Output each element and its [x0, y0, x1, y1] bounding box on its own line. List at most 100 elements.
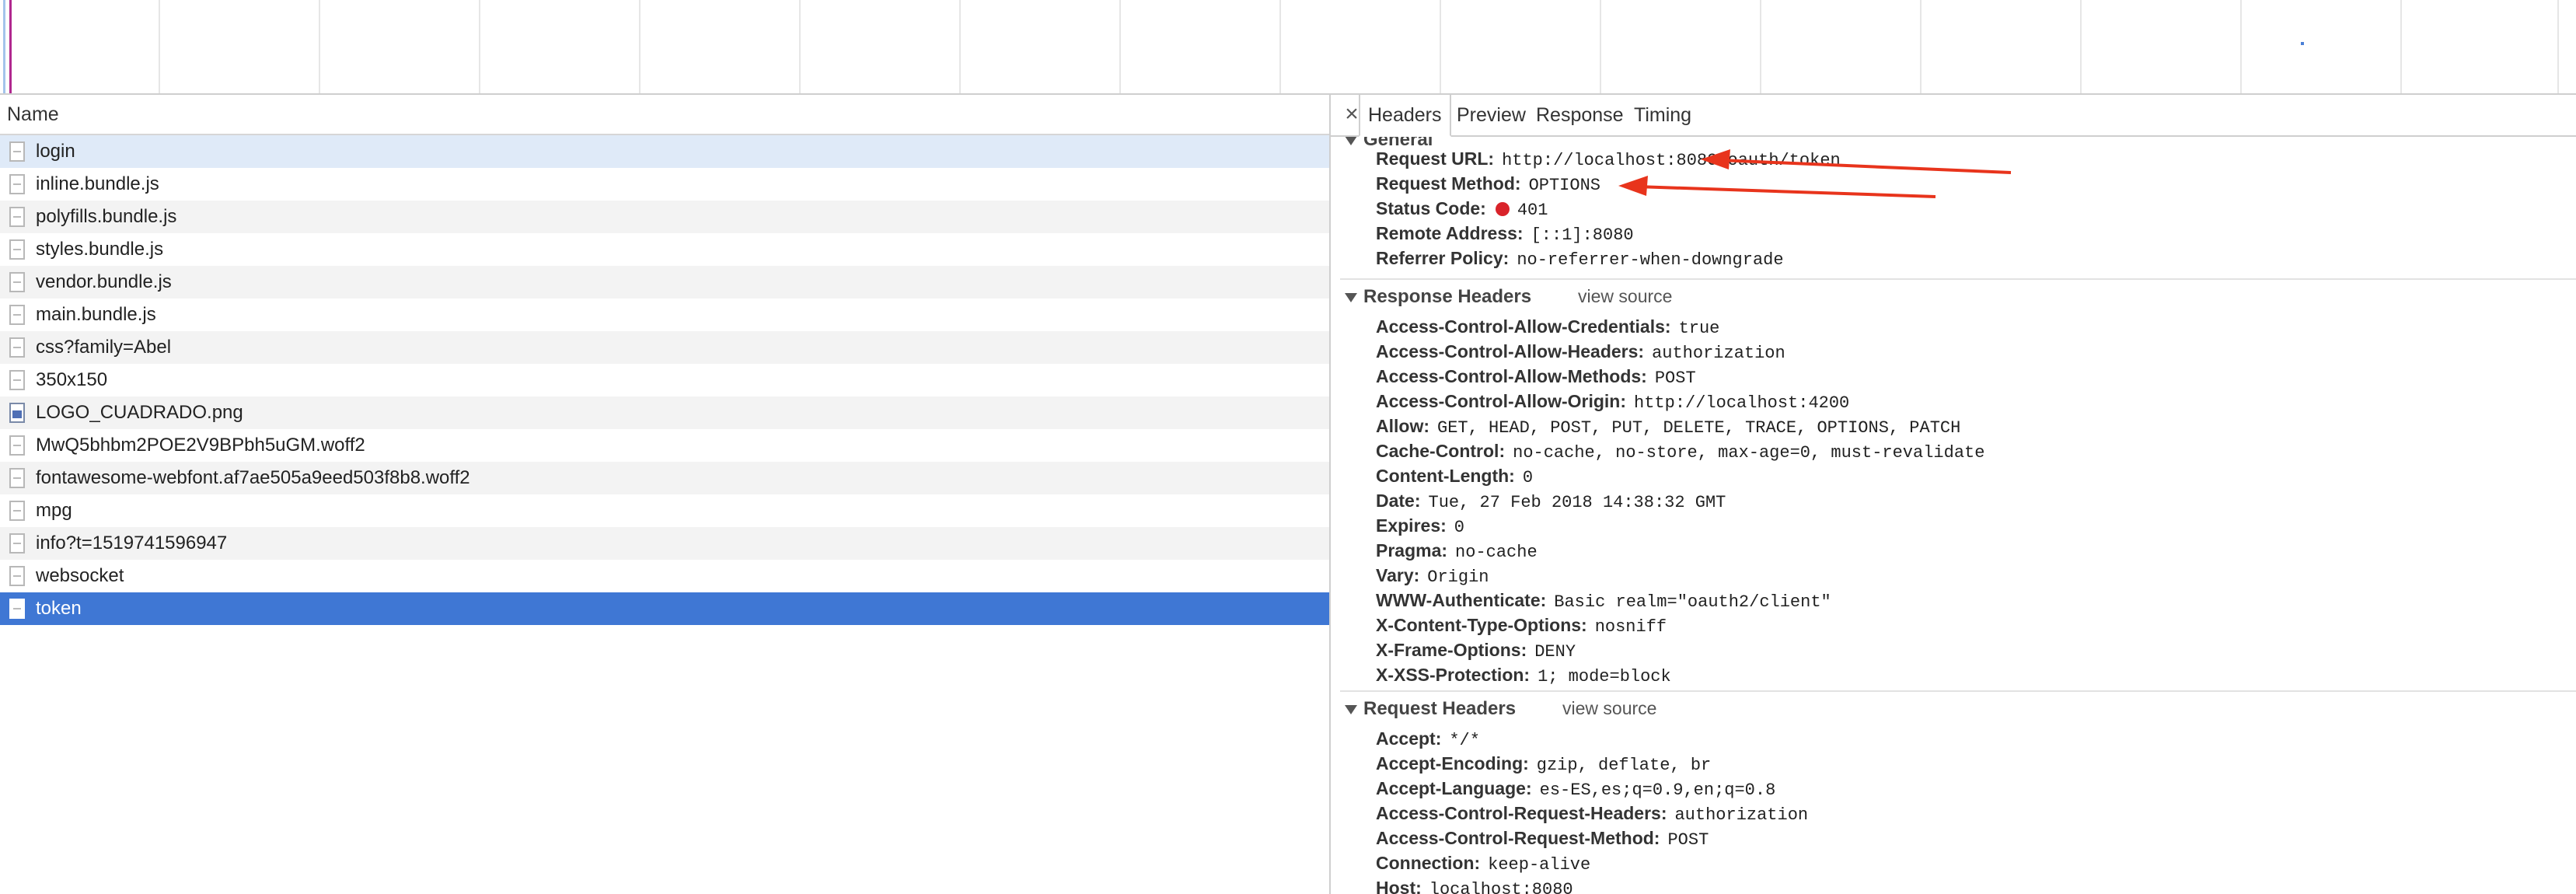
header-key: Access-Control-Allow-Methods: [1376, 366, 1647, 386]
request-name: mpg [36, 500, 72, 521]
header-row: Accept-Language: es-ES,es;q=0.9,en;q=0.8 [1376, 776, 1775, 801]
header-row: X-Frame-Options: DENY [1376, 637, 1576, 662]
header-value: DENY [1534, 642, 1576, 662]
header-value: POST [1654, 368, 1696, 388]
header-key: Access-Control-Allow-Headers: [1376, 341, 1645, 361]
timeline-gridline [2240, 0, 2242, 93]
request-row[interactable]: login [0, 135, 1331, 168]
timeline-gridline [479, 0, 480, 93]
header-key: Host: [1376, 878, 1422, 894]
header-value: http://localhost:4200 [1634, 393, 1850, 413]
network-overview-timeline[interactable] [0, 0, 2576, 95]
header-key: X-Content-Type-Options: [1376, 615, 1587, 635]
header-key: Access-Control-Allow-Origin: [1376, 391, 1627, 411]
request-row[interactable]: 350x150 [0, 364, 1331, 396]
header-key: X-Frame-Options: [1376, 640, 1527, 660]
header-key: Pragma: [1376, 540, 1448, 560]
header-key: Allow: [1376, 416, 1429, 436]
request-row[interactable]: info?t=1519741596947 [0, 527, 1331, 560]
document-icon [9, 599, 25, 619]
request-name: polyfills.bundle.js [36, 206, 177, 227]
request-row[interactable]: fontawesome-webfont.af7ae505a9eed503f8b8… [0, 462, 1331, 494]
header-value: 0 [1454, 518, 1464, 537]
request-row[interactable]: vendor.bundle.js [0, 266, 1331, 299]
document-icon [9, 435, 25, 456]
request-name: token [36, 598, 82, 619]
header-value: 1; mode=block [1538, 667, 1671, 686]
header-value: es-ES,es;q=0.9,en;q=0.8 [1539, 781, 1776, 800]
document-icon [9, 501, 25, 521]
timeline-gridline [2400, 0, 2402, 93]
arrow-to-request-url [1701, 149, 2012, 174]
request-row[interactable]: css?family=Abel [0, 331, 1331, 364]
timeline-edge [2557, 0, 2559, 93]
timeline-marker-load [9, 0, 12, 93]
document-icon [9, 174, 25, 194]
request-row[interactable]: MwQ5bhbm2POE2V9BPbh5uGM.woff2 [0, 429, 1331, 462]
document-icon [9, 272, 25, 292]
header-value: Basic realm="oauth2/client" [1554, 592, 1831, 612]
document-icon [9, 468, 25, 488]
header-row: X-XSS-Protection: 1; mode=block [1376, 662, 1671, 687]
request-name: login [36, 141, 75, 162]
image-icon [9, 403, 25, 423]
request-name: fontawesome-webfont.af7ae505a9eed503f8b8… [36, 467, 470, 488]
header-row: X-Content-Type-Options: nosniff [1376, 613, 1667, 637]
request-row[interactable]: LOGO_CUADRADO.png [0, 396, 1331, 429]
header-value: authorization [1652, 344, 1785, 363]
header-value: localhost:8080 [1429, 880, 1573, 894]
header-value: 0 [1522, 468, 1534, 487]
request-name: vendor.bundle.js [36, 271, 172, 292]
document-icon [9, 207, 25, 227]
request-headers-toggle[interactable]: Request Headers [1345, 698, 1516, 720]
header-row: Expires: 0 [1376, 513, 1464, 538]
header-value: keep-alive [1488, 855, 1591, 875]
header-value: GET, HEAD, POST, PUT, DELETE, TRACE, OPT… [1437, 418, 1961, 438]
header-value: nosniff [1594, 617, 1667, 637]
timeline-gridline [1760, 0, 1761, 93]
header-key: Accept-Encoding: [1376, 753, 1529, 774]
header-row: Access-Control-Allow-Methods: POST [1376, 364, 1696, 389]
header-value: no-cache, no-store, max-age=0, must-reva… [1513, 443, 1985, 463]
header-key: Accept: [1376, 728, 1442, 749]
timeline-gridline [1119, 0, 1121, 93]
section-divider [1340, 690, 2576, 692]
header-key: Accept-Language: [1376, 778, 1532, 798]
timeline-gridline [1440, 0, 1441, 93]
timeline-gridline [959, 0, 961, 93]
timeline-gridline [2080, 0, 2082, 93]
header-row: Accept: */* [1376, 726, 1480, 751]
request-row[interactable]: polyfills.bundle.js [0, 201, 1331, 233]
header-row: Date: Tue, 27 Feb 2018 14:38:32 GMT [1376, 488, 1726, 513]
name-column-header[interactable]: Name [0, 95, 1331, 135]
header-value: POST [1667, 830, 1709, 850]
header-row: Access-Control-Request-Method: POST [1376, 826, 1709, 850]
request-name: MwQ5bhbm2POE2V9BPbh5uGM.woff2 [36, 435, 365, 456]
request-row[interactable]: styles.bundle.js [0, 233, 1331, 266]
header-value: Tue, 27 Feb 2018 14:38:32 GMT [1428, 493, 1726, 512]
request-row[interactable]: inline.bundle.js [0, 168, 1331, 201]
timeline-gridline [1600, 0, 1601, 93]
arrow-to-request-method [1618, 176, 1936, 198]
header-row: Allow: GET, HEAD, POST, PUT, DELETE, TRAC… [1376, 414, 1960, 438]
header-key: X-XSS-Protection: [1376, 665, 1531, 685]
document-icon [9, 305, 25, 325]
document-icon [9, 566, 25, 586]
timeline-gridline [319, 0, 320, 93]
header-row: Host: localhost:8080 [1376, 875, 1573, 894]
timeline-gridline [1920, 0, 1922, 93]
header-value: gzip, deflate, br [1536, 756, 1712, 775]
request-row[interactable]: mpg [0, 494, 1331, 527]
request-row[interactable]: main.bundle.js [0, 299, 1331, 331]
request-list-panel: Name login inline.bundle.js polyfills.bund… [0, 95, 1331, 894]
header-row: WWW-Authenticate: Basic realm="oauth2/cli… [1376, 588, 1831, 613]
request-row[interactable]: websocket [0, 560, 1331, 592]
header-row: Vary: Origin [1376, 563, 1489, 588]
request-row[interactable]: token [0, 592, 1331, 625]
timeline-gridline [159, 0, 160, 93]
timeline-gridline [1279, 0, 1281, 93]
document-icon [9, 370, 25, 390]
request-name: css?family=Abel [36, 337, 172, 358]
header-value: Origin [1427, 567, 1489, 587]
request-view-source-link[interactable]: view source [1562, 698, 1656, 719]
